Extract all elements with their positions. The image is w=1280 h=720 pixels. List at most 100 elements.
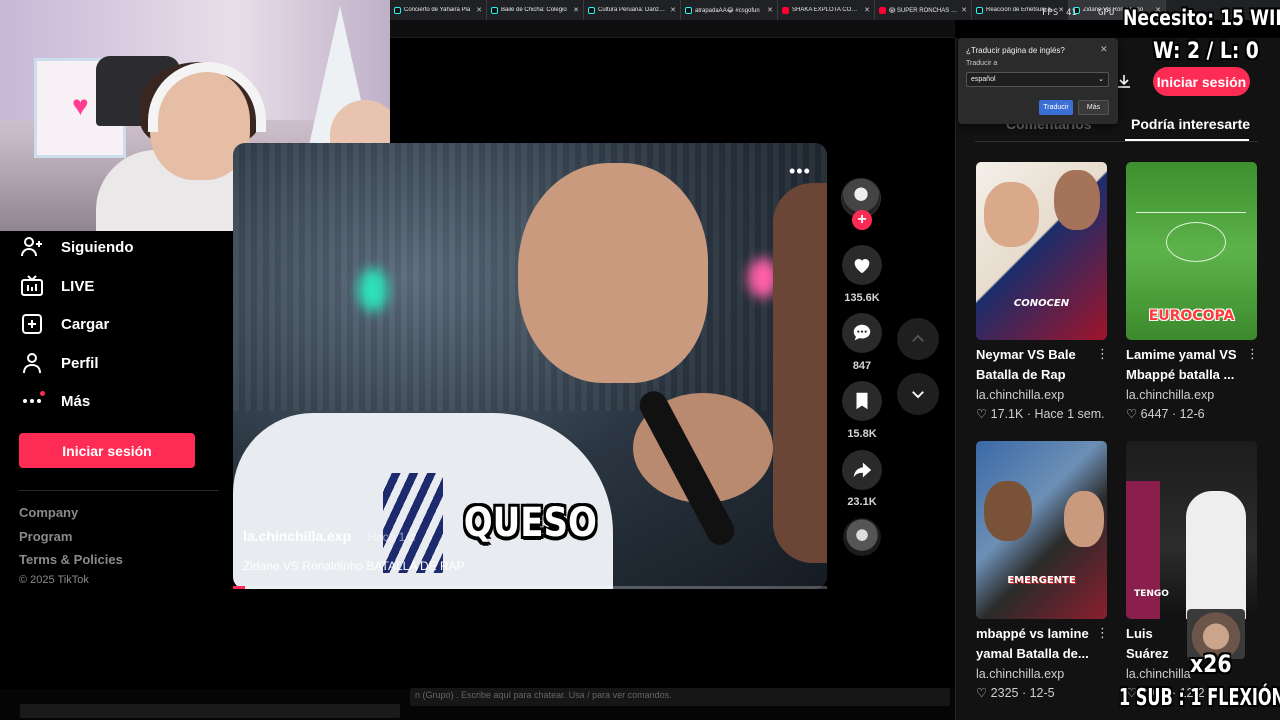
thumb-face (1054, 170, 1100, 230)
video-progress-bar[interactable] (233, 586, 827, 589)
video-thumbnail[interactable]: EMERGENTE (976, 441, 1107, 619)
tiktok-favicon-icon (394, 6, 401, 14)
video-thumbnail[interactable]: EUROCOPA (1126, 162, 1257, 340)
pitch-line (1136, 212, 1246, 213)
video-face (518, 163, 708, 383)
following-icon (21, 237, 42, 257)
card-more-icon[interactable]: ⋮ (1246, 346, 1259, 362)
chevron-up-icon (912, 334, 924, 342)
video-author[interactable]: la.chinchilla.exp (243, 528, 351, 544)
save-count: 15.8K (847, 428, 877, 440)
card-author[interactable]: la.chinchilla.exp (1126, 388, 1214, 402)
footer-link-company[interactable]: Company (19, 505, 78, 520)
translate-title: ¿Traducir página de inglés? (966, 46, 1065, 55)
comment-button[interactable] (842, 313, 882, 353)
like-button[interactable] (842, 245, 882, 285)
related-video-card[interactable]: EMERGENTE mbappé vs lamine yamal Batalla… (976, 441, 1109, 700)
card-title[interactable]: Luis Suárez Benzema (1126, 624, 1188, 664)
youtube-favicon-icon (879, 6, 886, 14)
video-more-options-icon[interactable]: ••• (789, 161, 811, 182)
close-tab-icon[interactable]: ✕ (670, 6, 676, 14)
heart-icon (854, 259, 870, 274)
gpu-label: GPU (1098, 8, 1115, 18)
copyright: © 2025 TikTok (19, 574, 89, 586)
heart-decor-icon: ♥ (72, 90, 89, 121)
card-title[interactable]: Lamime yamal VS Mbappé batalla ... (1126, 345, 1246, 385)
close-tab-icon[interactable]: ✕ (864, 6, 870, 14)
close-tab-icon[interactable]: ✕ (961, 6, 967, 14)
share-button[interactable] (842, 450, 882, 490)
record-overlay: W: 2 / L: 0 (1153, 39, 1259, 64)
card-author[interactable]: la.chinchilla.exp (976, 388, 1064, 402)
card-title[interactable]: Neymar VS Bale Batalla de Rap (976, 345, 1096, 385)
sidebar-item-live[interactable]: LIVE (20, 274, 94, 298)
sidebar-item-label: Siguiendo (61, 238, 134, 256)
translate-button[interactable]: Traducir (1039, 100, 1073, 115)
download-icon[interactable] (1116, 73, 1132, 89)
close-tab-icon[interactable]: ✕ (476, 6, 482, 14)
close-tab-icon[interactable]: ✕ (767, 6, 773, 14)
card-title[interactable]: mbappé vs lamine yamal Batalla de... (976, 624, 1096, 664)
video-date: · Hace 1 d (360, 530, 416, 544)
card-more-icon[interactable]: ⋮ (1096, 625, 1109, 641)
sidebar-item-label: Más (61, 392, 91, 410)
fps-label: FPS (1042, 8, 1059, 18)
close-tab-icon[interactable]: ✕ (1058, 6, 1064, 14)
music-disc[interactable] (843, 518, 881, 556)
video-thumbnail[interactable]: CONOCEN (976, 162, 1107, 340)
chevron-down-icon: ⌄ (1098, 76, 1104, 83)
video-description: Zidane VS Ronaldinho BATALLA DE RAP (243, 559, 465, 573)
comment-count: 847 (852, 360, 872, 372)
footer-link-program[interactable]: Program (19, 529, 72, 544)
close-icon[interactable]: ✕ (1100, 44, 1108, 55)
bottom-taskbar (20, 704, 400, 718)
sidebar-item-following[interactable]: Siguiendo (20, 235, 134, 259)
sidebar-item-more[interactable]: Más (20, 389, 90, 413)
tiktok-favicon-icon (685, 6, 692, 14)
stadium-light (358, 268, 388, 312)
related-video-card[interactable]: CONOCEN Neymar VS Bale Batalla de Rap ⋮ … (976, 162, 1109, 421)
related-video-card[interactable]: TENGO Luis Suárez Benzema la.chinchilla … (1126, 441, 1257, 700)
comment-icon (853, 324, 871, 341)
login-button[interactable]: Iniciar sesión (19, 433, 195, 468)
browser-tab[interactable]: Concierto de Yahaira Pla ✕ (390, 0, 487, 20)
card-more-icon[interactable]: ⋮ (1096, 346, 1109, 362)
sidebar-item-label: LIVE (61, 277, 95, 295)
browser-tab[interactable]: 😱 SUPER RONCHAS EN ✕ (875, 0, 972, 20)
live-icon (21, 275, 43, 296)
browser-tab[interactable]: Baile de Chicha: Colegio ✕ (487, 0, 584, 20)
footer-link-terms[interactable]: Terms & Policies (19, 552, 123, 567)
browser-tab[interactable]: Cultura Peruana: Danza C ✕ (584, 0, 681, 20)
divider (19, 490, 219, 491)
related-video-card[interactable]: EUROCOPA Lamime yamal VS Mbappé batalla … (1126, 162, 1259, 421)
tab-related[interactable]: Podría interesarte (1131, 116, 1250, 132)
video-thumbnail[interactable]: TENGO (1126, 441, 1257, 619)
previous-video-button[interactable] (897, 318, 939, 360)
thumb-face (984, 481, 1032, 541)
sidebar-item-label: Cargar (61, 315, 110, 333)
share-icon (853, 462, 872, 478)
sidebar-item-profile[interactable]: Perfil (20, 351, 99, 375)
next-video-button[interactable] (897, 373, 939, 415)
profile-icon (23, 353, 41, 374)
card-author[interactable]: la.chinchilla (1126, 667, 1191, 681)
save-button[interactable] (842, 381, 882, 421)
selected-language: español (971, 76, 996, 83)
chat-hint: n (Grupo) . Escribe aquí para chatear. U… (415, 690, 672, 700)
more-options-button[interactable]: Más (1078, 100, 1109, 115)
pitch-circle (1166, 222, 1226, 262)
language-select[interactable]: español ⌄ (966, 72, 1109, 87)
card-meta: ♡ 6447 · 12-6 (1126, 407, 1205, 421)
sidebar-item-upload[interactable]: Cargar (20, 312, 109, 336)
card-author[interactable]: la.chinchilla.exp (976, 667, 1064, 681)
browser-tab[interactable]: SHAKA EXPLOTA CON KI ✕ (778, 0, 875, 20)
follow-plus-icon[interactable]: + (852, 210, 872, 230)
video-progress-fill (233, 586, 245, 589)
share-count: 23.1K (847, 496, 877, 508)
browser-tab[interactable]: atrapadaAA😂 #csgofun ✕ (681, 0, 778, 20)
header-login-button[interactable]: Iniciar sesión (1153, 67, 1250, 96)
close-tab-icon[interactable]: ✕ (573, 6, 579, 14)
browser-toolbar (390, 20, 955, 38)
card-meta: ♡ 2325 · 12-5 (976, 686, 1055, 700)
chevron-down-icon (912, 391, 924, 399)
